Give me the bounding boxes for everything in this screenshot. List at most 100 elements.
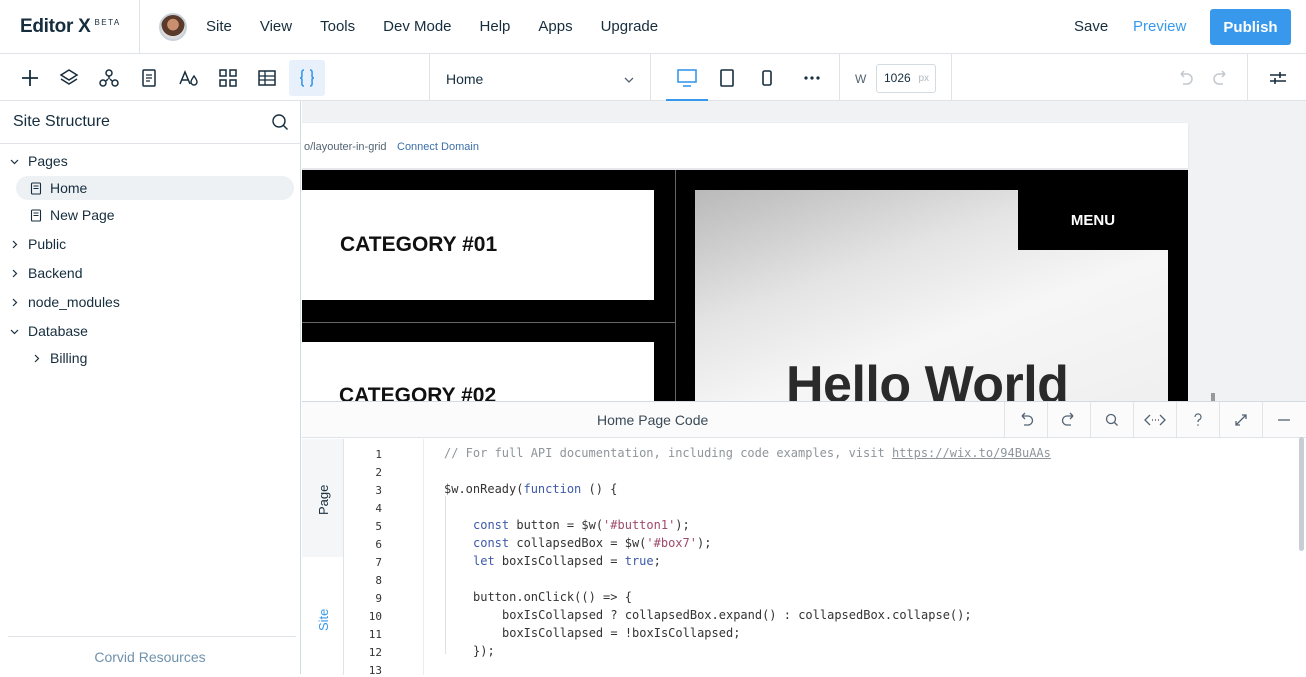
tree-item-database[interactable]: Database: [10, 323, 88, 339]
tree-item-new-page[interactable]: New Page: [30, 207, 115, 223]
tree-item-pages[interactable]: Pages: [10, 153, 68, 169]
tablet-icon[interactable]: [715, 66, 739, 90]
search-icon[interactable]: [271, 113, 289, 136]
connect-domain-link[interactable]: Connect Domain: [397, 141, 479, 153]
line-number: 8: [375, 574, 382, 587]
avatar[interactable]: [159, 13, 187, 41]
chevron-right-icon: [10, 240, 20, 249]
more-icon[interactable]: [800, 66, 824, 90]
tree-item-billing[interactable]: Billing: [32, 350, 87, 366]
publish-button[interactable]: Publish: [1210, 9, 1291, 45]
panel-title: Site Structure: [13, 113, 110, 130]
code-panel-header: Home Page Code: [302, 402, 1306, 438]
undo-icon[interactable]: [1004, 402, 1047, 438]
site-preview: CATEGORY #01 CATEGORY #02 MENU Hello Wor…: [302, 170, 1188, 401]
line-number: 10: [368, 610, 382, 623]
menu-view[interactable]: View: [260, 18, 292, 35]
code-scrollbar[interactable]: [1299, 437, 1304, 551]
code-string: '#box7': [646, 536, 697, 550]
code-line-10[interactable]: boxIsCollapsed ? collapsedBox.expand() :…: [502, 608, 972, 622]
menu-upgrade[interactable]: Upgrade: [601, 18, 659, 35]
code-line-6[interactable]: const collapsedBox = $w('#box7');: [473, 536, 711, 550]
site-menu-button[interactable]: MENU: [1018, 190, 1168, 250]
chevron-down-icon[interactable]: [624, 72, 634, 90]
save-button[interactable]: Save: [1074, 18, 1108, 35]
undo-icon[interactable]: [1173, 66, 1197, 90]
help-icon[interactable]: [1176, 402, 1219, 438]
code-line-5[interactable]: const button = $w('#button1');: [473, 518, 690, 532]
code-string: '#button1': [603, 518, 676, 532]
minimize-icon[interactable]: [1262, 402, 1305, 438]
code-icon[interactable]: [289, 60, 325, 96]
resize-handle[interactable]: [1211, 393, 1215, 401]
tab-site[interactable]: Site: [316, 609, 331, 631]
category-2-box[interactable]: CATEGORY #02: [302, 342, 654, 401]
code-line-1[interactable]: // For full API documentation, including…: [444, 446, 1051, 460]
expand-icon[interactable]: [1219, 402, 1262, 438]
divider: [951, 54, 952, 101]
redo-icon[interactable]: [1047, 402, 1090, 438]
editor-canvas[interactable]: o/layouter-in-grid Connect Domain CATEGO…: [302, 101, 1306, 401]
code-line-9[interactable]: button.onClick(() => {: [473, 590, 632, 604]
mobile-icon[interactable]: [755, 66, 779, 90]
tree-item-backend[interactable]: Backend: [10, 265, 82, 281]
page-icon: [30, 208, 42, 222]
tree-item-home[interactable]: Home: [30, 180, 87, 196]
chevron-right-icon: [10, 298, 20, 307]
pages-icon[interactable]: [131, 54, 167, 101]
table-icon[interactable]: [249, 54, 285, 101]
code-token: $w.onReady(: [444, 482, 524, 496]
add-icon[interactable]: [12, 54, 48, 101]
desktop-icon[interactable]: [675, 66, 699, 90]
code-panel-title: Home Page Code: [597, 412, 709, 428]
editor-logo: Editor X BETA: [20, 16, 121, 38]
code-format-icon[interactable]: [1133, 402, 1176, 438]
tree-label: Billing: [50, 350, 88, 366]
category-1-box[interactable]: CATEGORY #01: [302, 190, 654, 300]
code-keyword: true: [624, 554, 654, 568]
menu-apps[interactable]: Apps: [538, 18, 572, 35]
menu-help[interactable]: Help: [480, 18, 511, 35]
divider: [429, 54, 430, 101]
line-number: 11: [368, 628, 382, 641]
code-keyword: const: [473, 536, 510, 550]
beta-badge: BETA: [94, 18, 121, 27]
search-icon[interactable]: [1090, 402, 1133, 438]
page-select[interactable]: Home: [446, 71, 483, 87]
line-number: 2: [375, 466, 382, 479]
redo-icon[interactable]: [1209, 66, 1233, 90]
menu-dev-mode[interactable]: Dev Mode: [383, 18, 451, 35]
code-line-12[interactable]: });: [473, 644, 495, 658]
docs-link[interactable]: https://wix.to/94BuAAs: [892, 446, 1051, 460]
tree-item-node-modules[interactable]: node_modules: [10, 294, 120, 310]
menu-tools[interactable]: Tools: [320, 18, 355, 35]
tab-page[interactable]: Page: [302, 439, 344, 557]
connections-icon[interactable]: [91, 54, 127, 101]
logo-text: Editor X: [20, 16, 91, 37]
preview-button[interactable]: Preview: [1133, 18, 1186, 35]
tree-label: New Page: [50, 207, 115, 223]
code-line-3[interactable]: $w.onReady(function () {: [444, 482, 617, 496]
divider: [139, 0, 140, 54]
code-token: button = $w(: [509, 518, 604, 532]
theme-icon[interactable]: [170, 54, 206, 101]
main-menu: Site View Tools Dev Mode Help Apps Upgra…: [206, 18, 686, 35]
chevron-right-icon: [32, 354, 42, 363]
apps-grid-icon[interactable]: [210, 54, 246, 101]
code-line-11[interactable]: boxIsCollapsed = !boxIsCollapsed;: [502, 626, 740, 640]
menu-site[interactable]: Site: [206, 18, 232, 35]
width-input[interactable]: 1026 px: [876, 64, 936, 93]
site-url: o/layouter-in-grid: [304, 141, 387, 153]
corvid-resources-link[interactable]: Corvid Resources: [0, 649, 300, 665]
tree-item-public[interactable]: Public: [10, 236, 66, 252]
code-token: );: [675, 518, 690, 532]
code-panel: Home Page Code Page Site 1 2 3 4 5 6 7 8…: [302, 401, 1306, 677]
site-structure-panel: Site Structure Pages Home New Page Publi…: [0, 101, 301, 674]
tree-label: Backend: [28, 265, 83, 281]
line-number: 4: [375, 502, 382, 515]
settings-sliders-icon[interactable]: [1266, 66, 1290, 90]
hero-heading[interactable]: Hello World: [786, 355, 1069, 401]
layers-icon[interactable]: [51, 54, 87, 101]
code-line-7[interactable]: let boxIsCollapsed = true;: [473, 554, 661, 568]
divider: [839, 54, 840, 101]
